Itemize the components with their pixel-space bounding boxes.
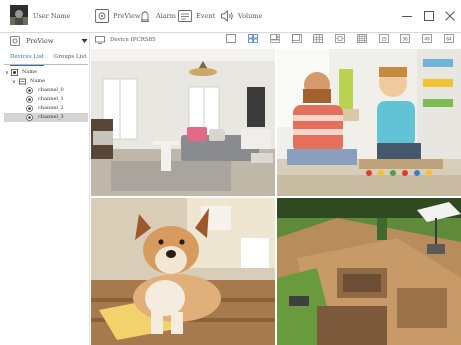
backyard-deck-video-frame [277, 198, 461, 345]
top-bar: User Name PreView Alarm Event Volume [0, 0, 461, 32]
layout-10-button[interactable] [335, 34, 345, 43]
event-label: Event [196, 12, 216, 20]
video-tile-channel-1[interactable] [277, 49, 461, 196]
tree-node-root[interactable]: ∨ Name [4, 68, 88, 77]
camera-icon [26, 105, 33, 112]
layout-64-button[interactable]: 64 [444, 34, 454, 43]
alarm-label: Alarm [156, 12, 176, 20]
dog-video-frame [91, 198, 275, 345]
layout-9-icon [313, 34, 323, 43]
tree-node-channel-1[interactable]: channel_1 [4, 95, 88, 104]
tree-node-label: Name [22, 69, 38, 75]
monitor-icon [95, 36, 105, 44]
user-avatar[interactable] [10, 5, 28, 25]
alarm-bell-icon [141, 11, 149, 22]
video-tile-channel-2[interactable] [91, 198, 275, 345]
tree-node-label: channel_2 [38, 105, 64, 111]
layout-36-text: 36 [402, 36, 408, 41]
layout-4-button[interactable] [248, 34, 258, 43]
chevron-down-icon [81, 39, 88, 43]
tree-node-label: channel_3 [38, 114, 64, 120]
layout-6-button[interactable] [270, 34, 280, 43]
panel-divider [89, 33, 90, 345]
layout-64-icon: 64 [444, 34, 454, 43]
living-room-video-frame [91, 49, 275, 196]
preview-mode-icon [10, 36, 20, 46]
camera-icon [26, 96, 33, 103]
alarm-button[interactable]: Alarm [138, 6, 176, 26]
maximize-icon [424, 11, 434, 21]
layout-8-button[interactable] [292, 34, 302, 43]
layout-25-text: 25 [381, 36, 387, 41]
layout-13-button[interactable] [357, 34, 367, 43]
event-list-icon [178, 10, 192, 22]
maximize-button[interactable] [421, 8, 437, 24]
close-button[interactable] [442, 8, 458, 24]
layout-49-button[interactable]: 49 [422, 34, 432, 43]
layout-25-button[interactable]: 25 [379, 34, 389, 43]
tree-node-channel-0[interactable]: channel_0 [4, 86, 88, 95]
layout-1-icon [226, 34, 236, 43]
device-name: Device IPCRS85 [110, 37, 156, 43]
preview-icon [95, 9, 109, 23]
avatar-image [10, 5, 28, 25]
layout-6-icon [270, 34, 280, 43]
layout-10-icon [335, 34, 345, 43]
tab-devices-list[interactable]: Devices List [10, 51, 44, 66]
layout-36-icon: 36 [400, 34, 410, 43]
device-tree: ∨ Name ∨ Name channel_0 channel_1 channe… [4, 68, 88, 122]
tree-node-channel-2[interactable]: channel_2 [4, 104, 88, 113]
preview-label: PreView [113, 12, 141, 20]
layout-36-button[interactable]: 36 [400, 34, 410, 43]
camera-icon [26, 114, 33, 121]
tree-node-nvr[interactable]: ∨ Name [4, 77, 88, 86]
layout-9-button[interactable] [313, 34, 323, 43]
camera-icon [26, 87, 33, 94]
layout-4-icon [248, 34, 258, 43]
close-icon [445, 11, 455, 21]
tree-node-channel-3[interactable]: channel_3 [4, 113, 88, 122]
mode-select-value: PreView [26, 37, 54, 45]
volume-label: Volume [238, 12, 263, 20]
preview-button[interactable]: PreView [95, 6, 140, 26]
layout-25-icon: 25 [379, 34, 389, 43]
layout-8-icon [292, 34, 302, 43]
device-label: Device IPCRS85 [95, 33, 156, 47]
nvr-icon [19, 78, 26, 85]
tree-node-label: channel_0 [38, 87, 64, 93]
layout-13-icon [357, 34, 367, 43]
tree-node-label: channel_1 [38, 96, 64, 102]
speaker-volume-icon [221, 10, 233, 22]
layout-49-icon: 49 [422, 34, 432, 43]
tree-node-label: Name [30, 78, 46, 84]
minimize-icon [402, 16, 412, 17]
layout-49-text: 49 [424, 36, 430, 41]
tab-groups-list[interactable]: Groups List [54, 51, 86, 65]
video-tile-channel-3[interactable] [277, 198, 461, 345]
event-button[interactable]: Event [178, 6, 215, 26]
user-name: User Name [33, 12, 71, 20]
sidebar-tabs: Devices List Groups List [4, 51, 88, 66]
minimize-button[interactable] [399, 8, 415, 24]
mode-select[interactable]: PreView [4, 33, 88, 49]
device-root-icon [11, 69, 18, 76]
kids-playing-video-frame [277, 49, 461, 196]
layout-64-text: 64 [446, 36, 452, 41]
layout-1-button[interactable] [226, 34, 236, 43]
volume-button[interactable]: Volume [220, 6, 262, 26]
video-tile-channel-0[interactable] [91, 49, 275, 196]
